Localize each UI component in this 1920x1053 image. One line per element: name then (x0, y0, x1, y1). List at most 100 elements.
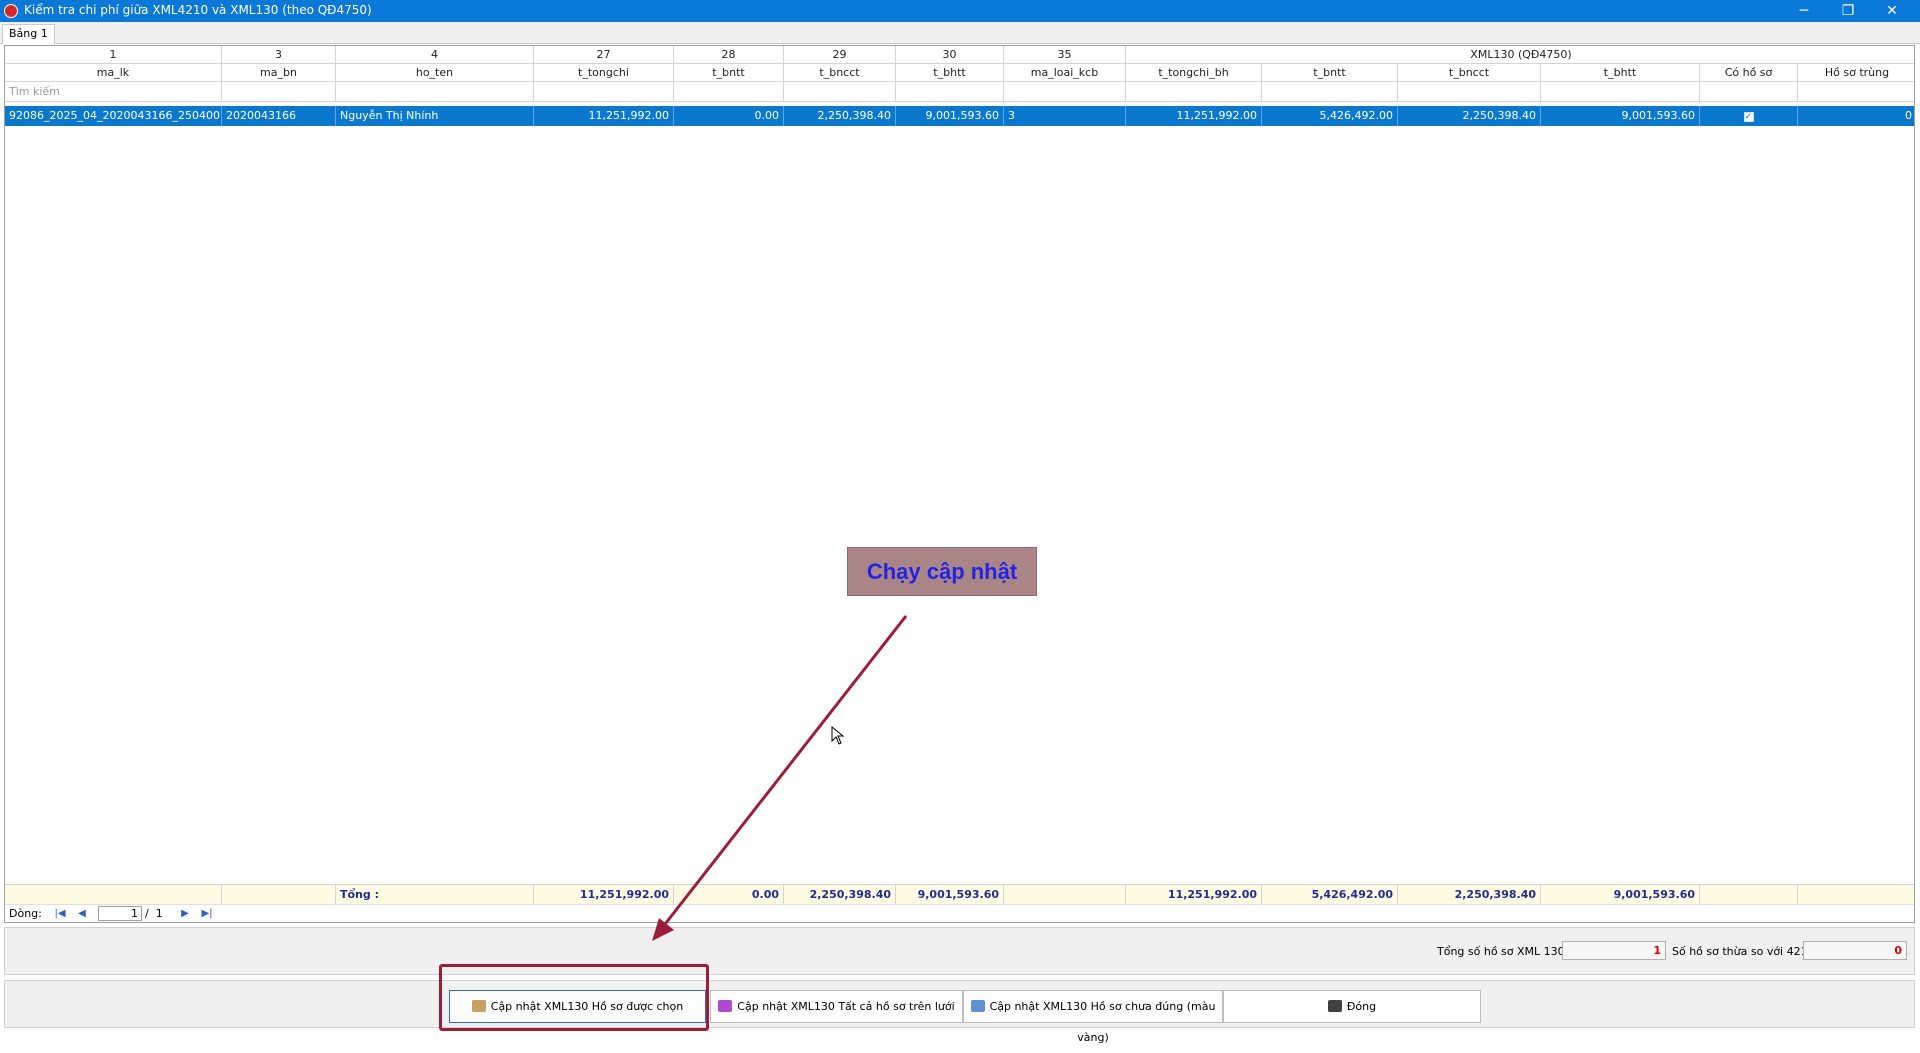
data-grid: 1 3 4 27 28 29 30 35 XML130 (QĐ4750) ma_… (4, 45, 1915, 923)
search-input[interactable] (1262, 82, 1398, 101)
band-number: 35 (1004, 46, 1126, 63)
update-all-button[interactable]: Cập nhật XML130 Tất cả hồ sơ trên lưới (710, 990, 963, 1023)
cell-ma-bn[interactable]: 2020043166 (222, 106, 336, 126)
band-number: 3 (222, 46, 336, 63)
page-number-input[interactable]: 1 (98, 906, 142, 921)
next-page-icon[interactable]: ▶ (178, 907, 192, 920)
search-input[interactable] (1700, 82, 1798, 101)
total-t-bntt: 0.00 (674, 885, 784, 904)
cell-t-bncct-130[interactable]: 2,250,398.40 (1398, 106, 1541, 126)
search-row: Tìm kiếm (5, 82, 1914, 102)
page-separator: / 1 (145, 907, 163, 920)
cell-t-tongchi[interactable]: 11,251,992.00 (534, 106, 674, 126)
summary-panel: Tổng số hồ sơ XML 130: 1 Số hồ sơ thừa s… (4, 927, 1915, 975)
search-input[interactable] (1004, 82, 1126, 101)
search-input[interactable] (896, 82, 1004, 101)
callout-label: Chạy cập nhật (847, 547, 1037, 596)
band-number: 4 (336, 46, 534, 63)
footer-empty (222, 885, 336, 904)
column-header-t-bhtt-130[interactable]: t_bhtt (1541, 64, 1700, 81)
edit-document-icon (970, 1000, 985, 1012)
column-header-t-tongchi-bh[interactable]: t_tongchi_bh (1126, 64, 1262, 81)
separator-text: / (145, 907, 149, 920)
search-input[interactable] (222, 82, 336, 101)
column-header-t-bntt-130[interactable]: t_bntt (1262, 64, 1398, 81)
close-button[interactable]: Đóng (1223, 990, 1481, 1023)
window-titlebar: Kiểm tra chi phí giữa XML4210 và XML130 … (0, 0, 1920, 22)
minimize-button[interactable]: ─ (1782, 0, 1826, 22)
band-number: 28 (674, 46, 784, 63)
column-header-ma-lk[interactable]: ma_lk (5, 64, 222, 81)
search-input[interactable] (336, 82, 534, 101)
total-t-bhtt: 9,001,593.60 (896, 885, 1004, 904)
total-t-bhtt-130: 9,001,593.60 (1541, 885, 1700, 904)
cell-t-bhtt[interactable]: 9,001,593.60 (896, 106, 1004, 126)
column-header-t-bntt[interactable]: t_bntt (674, 64, 784, 81)
search-input[interactable] (674, 82, 784, 101)
tab-strip: Bảng 1 (0, 22, 1920, 44)
cell-t-bncct[interactable]: 2,250,398.40 (784, 106, 896, 126)
prev-page-icon[interactable]: ◀ (75, 907, 89, 920)
navigator-label: Dòng: (9, 907, 42, 920)
record-navigator: Dòng: |◀ ◀ 1 / 1 ▶ ▶| (5, 904, 1914, 922)
close-window-button[interactable]: ✕ (1870, 0, 1914, 22)
cell-ma-lk[interactable]: 92086_2025_04_2020043166_2504001... (5, 106, 222, 126)
total-t-tongchi-bh: 11,251,992.00 (1126, 885, 1262, 904)
surplus-records-value: 0 (1803, 941, 1907, 960)
cell-co-ho-so[interactable]: ✓ (1700, 106, 1798, 126)
column-header-co-ho-so[interactable]: Có hồ sơ (1700, 64, 1798, 81)
cell-t-tongchi-bh[interactable]: 11,251,992.00 (1126, 106, 1262, 126)
cell-ho-ten[interactable]: Nguyễn Thị Nhính (336, 106, 534, 126)
last-page-icon[interactable]: ▶| (200, 907, 214, 920)
app-icon (4, 4, 18, 18)
search-input[interactable] (1541, 82, 1700, 101)
search-input[interactable]: Tìm kiếm (5, 82, 222, 101)
action-panel: Cập nhật XML130 Hồ sơ được chọn Cập nhật… (4, 980, 1915, 1044)
search-input[interactable] (784, 82, 896, 101)
column-header-t-tongchi[interactable]: t_tongchi (534, 64, 674, 81)
search-input[interactable] (1398, 82, 1541, 101)
total-pages: 1 (155, 907, 163, 920)
band-number: 27 (534, 46, 674, 63)
column-header-t-bhtt[interactable]: t_bhtt (896, 64, 1004, 81)
band-group-xml130: XML130 (QĐ4750) (1470, 48, 1572, 61)
cell-t-bntt-130[interactable]: 5,426,492.00 (1262, 106, 1398, 126)
column-band-header: 1 3 4 27 28 29 30 35 XML130 (QĐ4750) (5, 46, 1914, 64)
table-row[interactable]: 92086_2025_04_2020043166_2504001... 2020… (5, 106, 1914, 126)
update-all-label: Cập nhật XML130 Tất cả hồ sơ trên lưới (737, 1000, 955, 1013)
search-input[interactable] (1798, 82, 1914, 101)
column-header-ma-bn[interactable]: ma_bn (222, 64, 336, 81)
update-incorrect-button[interactable]: Cập nhật XML130 Hồ sơ chưa đúng (màu vàn… (963, 990, 1223, 1044)
exit-door-icon (1327, 1000, 1342, 1012)
first-page-icon[interactable]: |◀ (53, 907, 67, 920)
band-number: 1 (5, 46, 222, 63)
column-header-t-bncct[interactable]: t_bncct (784, 64, 896, 81)
band-number: 29 (784, 46, 896, 63)
column-header-ma-loai-kcb[interactable]: ma_loai_kcb (1004, 64, 1126, 81)
tab-bang-1[interactable]: Bảng 1 (2, 24, 55, 44)
window-title: Kiểm tra chi phí giữa XML4210 và XML130 … (24, 3, 372, 17)
total-t-bncct: 2,250,398.40 (784, 885, 896, 904)
footer-empty (1004, 885, 1126, 904)
checkbox-co-ho-so[interactable]: ✓ (1743, 112, 1754, 122)
cell-ho-so-trung[interactable]: 0 (1798, 106, 1914, 126)
footer-empty (1700, 885, 1798, 904)
dice-icon (718, 1000, 733, 1012)
column-header-t-bncct-130[interactable]: t_bncct (1398, 64, 1541, 81)
mouse-cursor-icon (831, 726, 845, 745)
cell-ma-loai-kcb[interactable]: 3 (1004, 106, 1126, 126)
total-t-bntt-130: 5,426,492.00 (1262, 885, 1398, 904)
close-label: Đóng (1346, 1000, 1377, 1013)
highlight-rectangle (439, 964, 709, 1031)
cell-t-bntt[interactable]: 0.00 (674, 106, 784, 126)
restore-button[interactable]: ❐ (1826, 0, 1870, 22)
search-input[interactable] (1126, 82, 1262, 101)
band-number: 30 (896, 46, 1004, 63)
cell-t-bhtt-130[interactable]: 9,001,593.60 (1541, 106, 1700, 126)
totals-row: Tổng : 11,251,992.00 0.00 2,250,398.40 9… (5, 884, 1914, 904)
column-header-ho-ten[interactable]: ho_ten (336, 64, 534, 81)
total-t-tongchi: 11,251,992.00 (534, 885, 674, 904)
search-input[interactable] (534, 82, 674, 101)
total-records-value: 1 (1562, 941, 1666, 960)
column-header-ho-so-trung[interactable]: Hồ sơ trùng (1798, 64, 1914, 81)
